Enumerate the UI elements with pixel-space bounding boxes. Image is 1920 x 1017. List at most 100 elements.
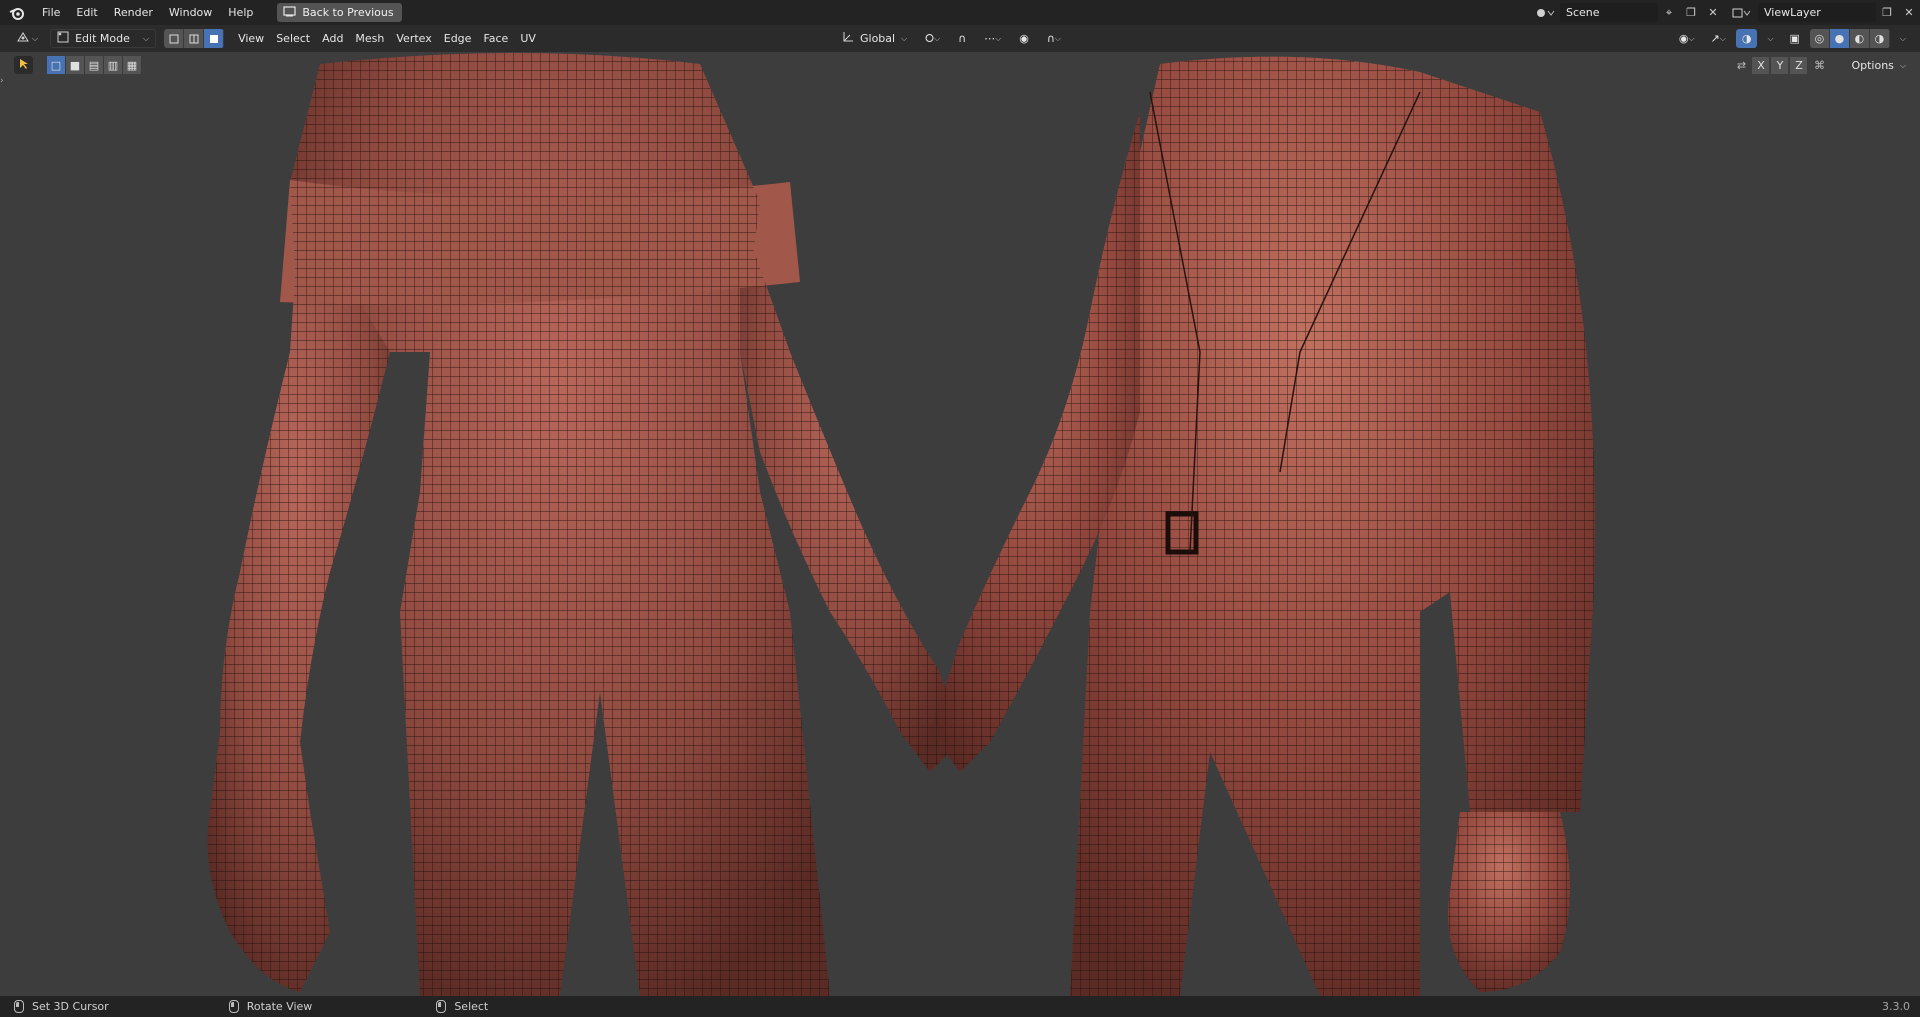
options-dropdown[interactable]: Options ⌵ xyxy=(1845,56,1912,75)
chevron-down-icon: ⌵ xyxy=(1054,33,1061,43)
scene-name-value: Scene xyxy=(1566,6,1600,19)
cursor-arrow-icon xyxy=(19,58,29,73)
rendered-shading-button[interactable]: ◑ xyxy=(1869,29,1890,48)
vertex-select-button[interactable] xyxy=(164,29,185,48)
solid-shading-button[interactable]: ● xyxy=(1829,29,1850,48)
overlays-icon: ◑ xyxy=(1741,32,1752,45)
blender-logo-icon[interactable] xyxy=(0,0,34,25)
menu-render[interactable]: Render xyxy=(106,0,161,25)
chevron-down-icon: ⌵ xyxy=(1899,60,1906,70)
eye-icon: ◉ xyxy=(1678,32,1689,45)
back-to-previous-button[interactable]: Back to Previous xyxy=(277,3,402,22)
3d-viewport[interactable]: › xyxy=(0,52,1920,996)
xray-icon: ▣ xyxy=(1789,32,1800,45)
snap-target-dropdown[interactable]: ⋯ ⌵ xyxy=(978,29,1007,48)
edge-select-button[interactable] xyxy=(184,29,205,48)
material-shading-button[interactable]: ◐ xyxy=(1849,29,1870,48)
menu-file[interactable]: File xyxy=(34,0,68,25)
select-mode-buttons xyxy=(164,29,225,48)
proportional-edit-toggle[interactable]: ◉ xyxy=(1013,29,1035,48)
active-tool-button[interactable] xyxy=(14,56,33,74)
visibility-dropdown[interactable]: ◉ ⌵ xyxy=(1673,29,1701,48)
menu-edge[interactable]: Edge xyxy=(438,29,478,48)
chevron-down-icon: ⌵ xyxy=(1688,33,1695,43)
new-scene-icon[interactable]: ❐ xyxy=(1680,3,1702,22)
menu-mesh[interactable]: Mesh xyxy=(349,29,390,48)
select-subtract-button[interactable]: ▤ xyxy=(85,56,104,74)
status-left-label: Set 3D Cursor xyxy=(32,1000,109,1013)
menu-help[interactable]: Help xyxy=(220,0,261,25)
scene-controls: Scene ⌖ ❐ ✕ ViewLayer ❐ ✕ xyxy=(1530,0,1920,25)
mode-dropdown[interactable]: Edit Mode ⌵ xyxy=(50,29,157,48)
left-mouse-icon xyxy=(14,1000,24,1013)
select-invert-button[interactable]: ▥ xyxy=(104,56,123,74)
pivot-icon: ⭘ xyxy=(925,31,934,45)
delete-scene-icon[interactable]: ✕ xyxy=(1702,3,1724,22)
xray-toggle[interactable]: ▣ xyxy=(1784,29,1806,48)
pivot-point-button[interactable]: ⭘ ⌵ xyxy=(919,29,946,48)
overlays-dropdown[interactable]: ⌵ xyxy=(1761,29,1779,48)
options-label: Options xyxy=(1851,59,1894,72)
magnet-icon: ∩ xyxy=(958,32,967,45)
editor-type-icon xyxy=(16,31,30,46)
menu-vertex[interactable]: Vertex xyxy=(390,29,437,48)
gizmo-icon: ↗ xyxy=(1710,32,1720,45)
mode-label: Edit Mode xyxy=(75,32,130,45)
menu-window[interactable]: Window xyxy=(161,0,220,25)
shading-dropdown[interactable]: ⌵ xyxy=(1894,29,1912,48)
menu-view[interactable]: View xyxy=(232,29,270,48)
wireframe-shading-button[interactable]: ◎ xyxy=(1809,29,1830,48)
delete-view-layer-icon[interactable]: ✕ xyxy=(1898,3,1920,22)
chevron-down-icon: ⌵ xyxy=(995,33,1002,43)
shading-mode-buttons: ◎ ● ◐ ◑ xyxy=(1809,29,1890,48)
view-layer-icon[interactable] xyxy=(1724,3,1758,22)
snap-toggle[interactable]: ∩ xyxy=(952,29,972,48)
orientation-axes-icon xyxy=(842,31,854,46)
status-right-label: Select xyxy=(454,1000,489,1013)
overlays-toggle[interactable]: ◑ xyxy=(1735,29,1758,48)
select-new-button[interactable]: □ xyxy=(47,56,66,74)
mirror-icon[interactable]: ⇄ xyxy=(1732,59,1750,72)
transform-orientation-label: Global xyxy=(860,32,896,45)
chevron-down-icon: ⌵ xyxy=(1719,33,1726,43)
status-middle-label: Rotate View xyxy=(246,1000,313,1013)
scene-name-field[interactable]: Scene xyxy=(1560,3,1658,22)
top-menu-bar: File Edit Render Window Help Back to Pre… xyxy=(0,0,1920,25)
menu-face[interactable]: Face xyxy=(477,29,514,48)
topology-mirror-icon[interactable]: ⌘ xyxy=(1809,59,1829,72)
new-view-layer-icon[interactable]: ❐ xyxy=(1876,3,1898,22)
select-intersect-button[interactable]: ▦ xyxy=(123,56,142,74)
axis-x-toggle[interactable]: X xyxy=(1752,57,1770,74)
axis-y-toggle[interactable]: Y xyxy=(1771,57,1789,74)
editor-type-selector[interactable]: ⌵ xyxy=(10,29,44,48)
edit-mode-icon xyxy=(57,31,69,46)
right-mouse-icon xyxy=(436,1000,447,1013)
view-layer-value: ViewLayer xyxy=(1764,6,1821,19)
falloff-dropdown[interactable]: ∩ ⌵ xyxy=(1041,29,1067,48)
face-select-button[interactable] xyxy=(204,29,225,48)
chevron-down-icon: ⌵ xyxy=(901,33,908,43)
tool-settings-row: □ ■ ▤ ▥ ▦ ⇄ X Y Z ⌘ Options ⌵ xyxy=(0,52,1920,78)
chevron-down-icon: ⌵ xyxy=(933,33,941,43)
transform-orientation-dropdown[interactable]: Global ⌵ xyxy=(836,29,913,48)
scene-icon[interactable] xyxy=(1530,3,1560,22)
menu-add[interactable]: Add xyxy=(316,29,349,48)
menu-edit[interactable]: Edit xyxy=(68,0,105,25)
chevron-down-icon: ⌵ xyxy=(1899,33,1906,43)
left-figure-mesh xyxy=(207,53,960,996)
version-label: 3.3.0 xyxy=(1882,1000,1910,1013)
status-bar: Set 3D Cursor Rotate View Select 3.3.0 xyxy=(0,996,1920,1017)
pin-icon[interactable]: ⌖ xyxy=(1658,3,1680,22)
falloff-curve-icon: ∩ xyxy=(1046,32,1055,45)
view-layer-field[interactable]: ViewLayer xyxy=(1758,3,1876,22)
chevron-down-icon: ⌵ xyxy=(143,33,150,43)
chevron-down-icon: ⌵ xyxy=(1767,33,1774,43)
menu-select[interactable]: Select xyxy=(270,29,316,48)
menu-uv[interactable]: UV xyxy=(514,29,542,48)
screen-back-icon xyxy=(283,5,296,20)
status-right-mouse: Select xyxy=(436,1000,488,1013)
select-extend-button[interactable]: ■ xyxy=(66,56,85,74)
axis-z-toggle[interactable]: Z xyxy=(1790,57,1808,74)
gizmo-toggle[interactable]: ↗ ⌵ xyxy=(1705,29,1732,48)
viewport-header: ⌵ Edit Mode ⌵ View Select Add Mesh Verte… xyxy=(0,25,1920,52)
